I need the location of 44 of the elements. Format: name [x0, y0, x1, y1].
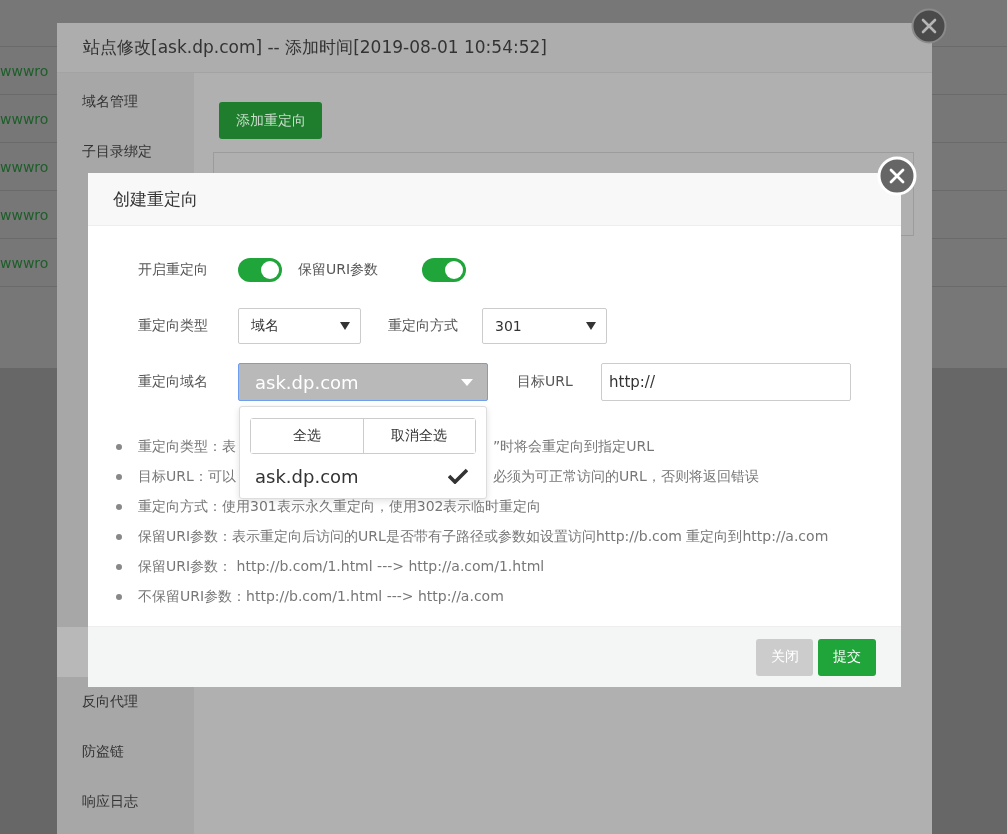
bullet-icon — [116, 504, 122, 510]
bullet-icon — [116, 534, 122, 540]
note-text: 不保留URI参数：http://b.com/1.html ---> http://a.com — [138, 588, 504, 606]
select-field[interactable]: 域名 — [238, 308, 361, 344]
submit-button[interactable]: 提交 — [818, 638, 876, 676]
bullet-icon — [116, 444, 122, 450]
sidebar-item[interactable]: 响应日志 — [57, 777, 194, 827]
select-field[interactable]: 301 — [482, 308, 607, 344]
field-label: 重定向域名 — [138, 373, 209, 391]
bullet-icon — [116, 594, 122, 600]
sidebar-item[interactable]: 防盗链 — [57, 727, 194, 777]
site-path: wwwro — [0, 254, 49, 271]
add-redirect-button[interactable]: 添加重定向 — [219, 102, 322, 139]
note-text: 必须为可正常访问的URL，否则将返回错误 — [493, 468, 759, 486]
caret-icon — [461, 378, 473, 386]
site-path: wwwro — [0, 110, 49, 127]
toggle-switch[interactable] — [238, 258, 282, 282]
field-label: 保留URI参数 — [298, 261, 380, 279]
field-label: 重定向方式 — [388, 317, 459, 335]
caret-icon — [340, 322, 350, 330]
close-icon[interactable] — [911, 8, 947, 44]
note-text: ”时将会重定向到指定URL — [493, 438, 655, 456]
note-text: 保留URI参数： http://b.com/1.html ---> http://a.com/1.html — [138, 558, 545, 576]
field-label: 目标URL — [517, 373, 574, 391]
site-path: wwwro — [0, 206, 49, 223]
field-label: 重定向类型 — [138, 317, 209, 335]
note-text: 重定向方式：使用301表示永久重定向，使用302表示临时重定向 — [138, 498, 542, 516]
sidebar-item[interactable]: 域名管理 — [57, 77, 194, 127]
bullet-icon — [116, 564, 122, 570]
dropdown-option[interactable]: ask.dp.com — [250, 454, 476, 498]
site-path: wwwro — [0, 62, 49, 79]
dialog-title: 创建重定向 — [113, 187, 198, 211]
note-text: 目标URL：可以 — [138, 468, 236, 486]
url-input[interactable]: http:// — [601, 363, 851, 401]
note-text: 重定向类型：表 — [138, 438, 236, 456]
note-text: 保留URI参数：表示重定向后访问的URL是否带有子路径或参数如设置访问http://b.com 重定向到http://a.com — [138, 528, 829, 546]
toggle-switch[interactable] — [422, 258, 466, 282]
caret-icon — [586, 322, 596, 330]
field-label: 开启重定向 — [138, 261, 209, 279]
dialog-title: 站点修改[ask.dp.com] -- 添加时间[2019-08-01 10:54:52] — [83, 36, 547, 59]
select-action-button[interactable]: 取消全选 — [362, 419, 475, 453]
site-path: wwwro — [0, 158, 49, 175]
sidebar-item[interactable]: 子目录绑定 — [57, 127, 194, 177]
bullet-icon — [116, 474, 122, 480]
